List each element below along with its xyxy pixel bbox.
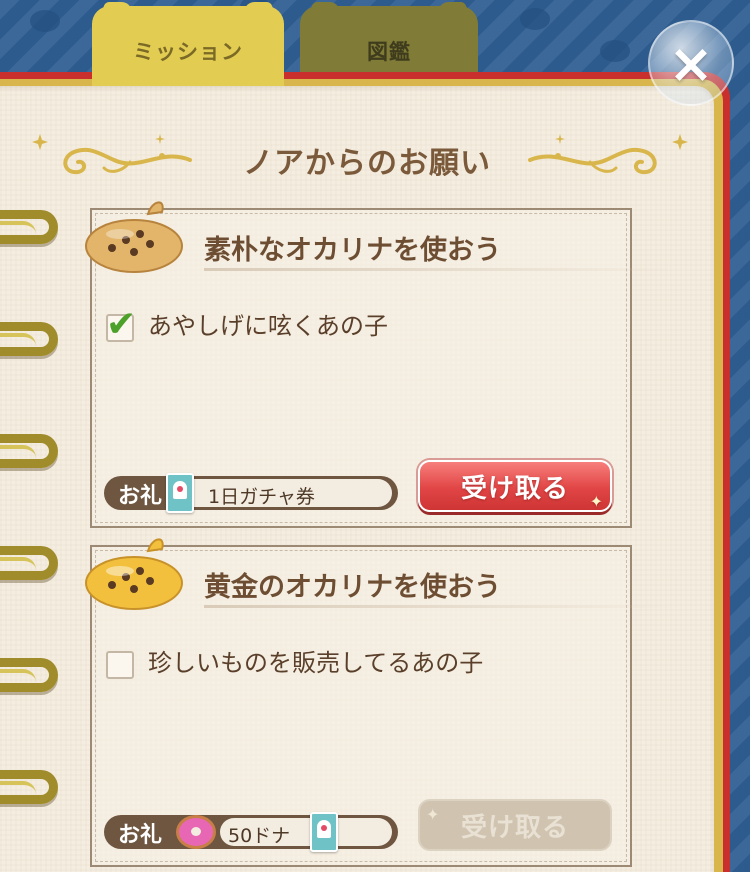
- sparkle-icon: ✦: [426, 805, 441, 824]
- reward-bar: お礼 50ドナ: [104, 812, 398, 852]
- gacha-ticket-icon: [310, 812, 338, 852]
- mission-card: 黄金のオカリナを使おう 珍しいものを販売してるあの子 お礼 50ドナ 受け取る …: [85, 538, 674, 867]
- task-checkbox: [106, 651, 134, 679]
- sparkle-icon: ✦: [589, 492, 604, 511]
- reward-bar: お礼 1日ガチャ券: [104, 473, 398, 513]
- binder-ring: [0, 322, 58, 356]
- reward-text: 1日ガチャ券: [208, 486, 315, 508]
- close-icon: ×: [668, 31, 714, 95]
- close-button[interactable]: ×: [648, 20, 734, 106]
- ocarina-icon: [85, 201, 183, 273]
- paw-decoration: [600, 40, 630, 62]
- ocarina-icon: [85, 538, 183, 610]
- paw-decoration: [30, 10, 60, 32]
- reward-pill: 50ドナ: [220, 812, 392, 852]
- reward-label: お礼: [118, 484, 163, 509]
- mission-title: 素朴なオカリナを使おう: [204, 235, 501, 266]
- receive-button-label: 受け取る: [460, 812, 569, 843]
- reward-label: お礼: [118, 823, 163, 848]
- binder-ring: [0, 210, 58, 244]
- donut-icon: [176, 815, 216, 849]
- receive-button-label: 受け取る: [460, 473, 569, 504]
- binder-ring: [0, 546, 58, 580]
- binder-ring: [0, 770, 58, 804]
- receive-button[interactable]: 受け取る ✦: [418, 799, 612, 851]
- tab-mission[interactable]: ミッション: [92, 6, 284, 86]
- gacha-ticket-icon: [166, 473, 194, 513]
- checkmark-icon: ✔: [106, 304, 137, 345]
- title-underline: [204, 605, 674, 608]
- title-underline: [204, 268, 674, 271]
- mission-title: 黄金のオカリナを使おう: [204, 572, 501, 603]
- binder-ring: [0, 434, 58, 468]
- page-title: ノアからのお願い: [243, 146, 491, 181]
- task-text: 珍しいものを販売してるあの子: [148, 649, 484, 677]
- mission-card: 素朴なオカリナを使おう ✔ あやしげに呟くあの子 お礼 1日ガチャ券 受け取る …: [85, 201, 674, 528]
- paw-decoration: [520, 8, 550, 30]
- reward-text: 50ドナ: [228, 825, 291, 847]
- receive-button[interactable]: 受け取る ✦: [418, 460, 612, 512]
- tab-mission-label: ミッション: [133, 40, 243, 64]
- tab-zukan-label: 図鑑: [367, 40, 411, 64]
- task-text: あやしげに呟くあの子: [148, 312, 388, 340]
- binder-ring: [0, 658, 58, 692]
- reward-pill: 1日ガチャ券: [166, 473, 392, 513]
